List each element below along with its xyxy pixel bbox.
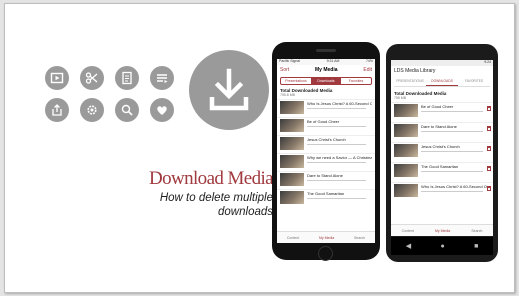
feature-icon-grid <box>45 66 195 146</box>
sort-button[interactable]: Sort <box>280 67 289 73</box>
recents-icon[interactable]: ■ <box>474 243 478 250</box>
android-screen: 9:24 LDS Media Library PRESENTATIONS DOW… <box>391 60 493 236</box>
tab-search[interactable]: Search <box>471 229 482 233</box>
share-icon <box>45 98 69 122</box>
item-title: Be of Good Cheer <box>421 104 454 109</box>
tab-search[interactable]: Search <box>354 236 365 240</box>
android-mockup: 9:24 LDS Media Library PRESENTATIONS DOW… <box>386 44 498 262</box>
thumbnail <box>394 184 418 197</box>
tab-favorites[interactable]: FAVORITES <box>458 79 490 86</box>
item-title: Who Is Jesus Christ? A 60-Second Overvie… <box>307 101 372 106</box>
item-title: Be of Good Cheer <box>307 119 340 124</box>
iphone-mockup: Pacific Signal 9:31 AM 74% Sort My Media… <box>272 42 380 261</box>
home-icon[interactable]: ● <box>440 243 444 250</box>
segmented-control: Presentations Downloads Favorites <box>280 77 372 85</box>
page-title: My Media <box>315 67 338 73</box>
item-title: Dare to Stand Alone <box>421 124 457 129</box>
video-icon <box>45 66 69 90</box>
playlist-icon <box>150 66 174 90</box>
list-item[interactable]: Be of Good Cheer <box>277 117 375 135</box>
item-title: Why we need a Savior — A Christmas Messa… <box>307 155 372 160</box>
edit-button[interactable]: Edit <box>363 67 372 73</box>
list-item[interactable]: Dare to Stand Alone <box>277 171 375 189</box>
thumbnail <box>280 191 304 204</box>
tab-my-media[interactable]: My Media <box>435 229 450 233</box>
thumbnail <box>280 119 304 132</box>
list-item[interactable]: Jesus Christ's Church <box>277 135 375 153</box>
app-header: LDS Media Library PRESENTATIONS DOWNLOAD… <box>391 66 493 90</box>
download-icon <box>189 50 269 130</box>
thumbnail <box>280 101 304 114</box>
trash-icon[interactable] <box>487 146 491 151</box>
item-title: Jesus Christ's Church <box>421 144 460 149</box>
carrier-label: Pacific Signal <box>279 59 301 63</box>
segment-downloads[interactable]: Downloads <box>311 78 341 84</box>
gear-icon <box>80 98 104 122</box>
segment-favorites[interactable]: Favorites <box>341 78 371 84</box>
back-icon[interactable]: ◀ <box>406 242 411 250</box>
segment-presentations[interactable]: Presentations <box>281 78 311 84</box>
iphone-speaker <box>316 49 336 52</box>
list-item[interactable]: Jesus Christ's Church <box>391 142 493 162</box>
home-button[interactable] <box>318 246 333 261</box>
tab-presentations[interactable]: PRESENTATIONS <box>394 79 426 86</box>
android-tabs: PRESENTATIONS DOWNLOADS FAVORITES <box>394 79 490 87</box>
item-title: Dare to Stand Alone <box>307 173 343 178</box>
battery-label: 74% <box>365 59 373 63</box>
slide: Download Media How to delete multiple do… <box>4 3 515 293</box>
iphone-screen: Pacific Signal 9:31 AM 74% Sort My Media… <box>277 59 375 243</box>
thumbnail <box>280 155 304 168</box>
ios-nav-bar: Sort My Media Edit <box>277 65 375 75</box>
headline: Download Media <box>148 168 274 189</box>
app-title: LDS Media Library <box>394 68 436 74</box>
tab-downloads[interactable]: DOWNLOADS <box>426 79 458 86</box>
tab-content[interactable]: Content <box>402 229 414 233</box>
thumbnail <box>394 104 418 117</box>
scissors-icon <box>80 66 104 90</box>
android-bottom-tabs: Content My Media Search <box>391 224 493 236</box>
clock-label: 9:24 <box>484 60 491 64</box>
trash-icon[interactable] <box>487 126 491 131</box>
list-item[interactable]: The Good Samaritan <box>391 162 493 182</box>
thumbnail <box>394 124 418 137</box>
trash-icon[interactable] <box>487 186 491 191</box>
list-item[interactable]: Who Is Jesus Christ? A 60-Second Overvie… <box>391 182 493 202</box>
list-item[interactable]: Who Is Jesus Christ? A 60-Second Overvie… <box>277 99 375 117</box>
tab-content[interactable]: Content <box>287 236 299 240</box>
thumbnail <box>394 164 418 177</box>
android-nav-bar: ◀ ● ■ <box>391 237 493 255</box>
document-icon <box>115 66 139 90</box>
item-title: The Good Samaritan <box>421 164 459 169</box>
thumbnail <box>394 144 418 157</box>
heart-icon <box>150 98 174 122</box>
item-title: The Good Samaritan <box>307 191 345 196</box>
search-icon <box>115 98 139 122</box>
tab-my-media[interactable]: My Media <box>319 236 334 240</box>
trash-icon[interactable] <box>487 106 491 111</box>
thumbnail <box>280 137 304 150</box>
item-title: Jesus Christ's Church <box>307 137 346 142</box>
list-item[interactable]: Dare to Stand Alone <box>391 122 493 142</box>
subtitle: How to delete multiple downloads <box>159 192 273 218</box>
clock-label: 9:31 AM <box>326 59 340 63</box>
trash-icon[interactable] <box>487 166 491 171</box>
ios-tab-bar: Content My Media Search <box>277 231 375 243</box>
list-item[interactable]: Be of Good Cheer <box>391 102 493 122</box>
list-item[interactable]: Why we need a Savior — A Christmas Messa… <box>277 153 375 171</box>
thumbnail <box>280 173 304 186</box>
item-title: Who Is Jesus Christ? A 60-Second Overvie… <box>421 184 490 189</box>
list-item[interactable]: The Good Samaritan <box>277 189 375 207</box>
